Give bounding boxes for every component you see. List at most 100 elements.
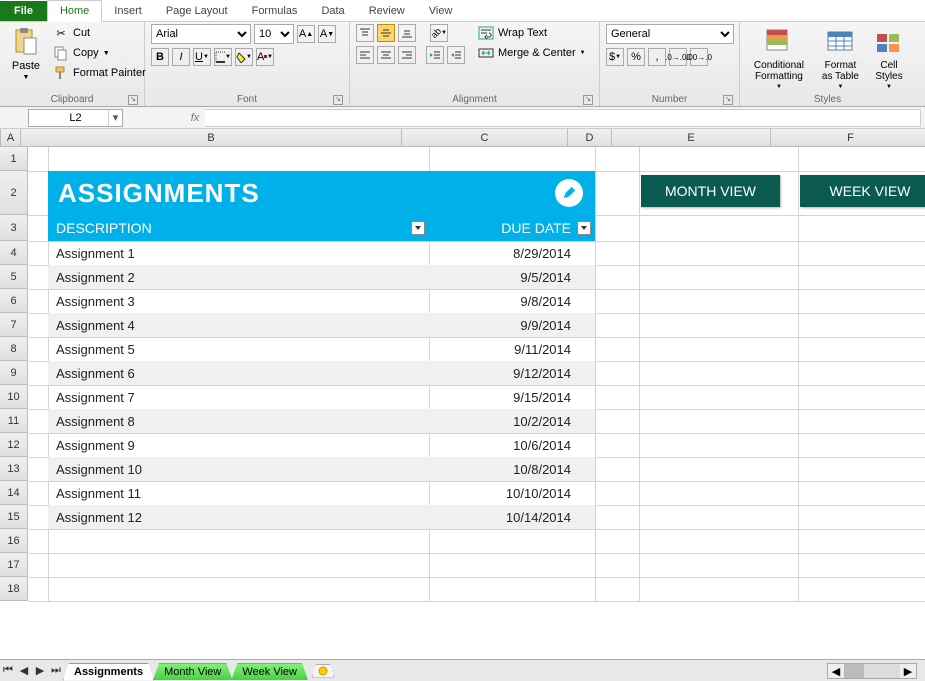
tab-formulas[interactable]: Formulas	[240, 1, 310, 21]
row-header-2[interactable]: 2	[0, 171, 28, 215]
tab-nav-last[interactable]: ⏭	[48, 663, 64, 679]
row-header-17[interactable]: 17	[0, 553, 28, 577]
column-header-C[interactable]: C	[402, 129, 568, 146]
row-header-8[interactable]: 8	[0, 337, 28, 361]
tab-review[interactable]: Review	[357, 1, 417, 21]
italic-button[interactable]: I	[172, 48, 190, 66]
align-right-button[interactable]	[398, 46, 416, 64]
border-button[interactable]: ▼	[214, 48, 232, 66]
format-as-table-button[interactable]: Format as Table▼	[816, 24, 865, 92]
align-left-button[interactable]	[356, 46, 374, 64]
accounting-format-button[interactable]: $▼	[606, 48, 624, 66]
row-header-9[interactable]: 9	[0, 361, 28, 385]
increase-indent-button[interactable]	[447, 46, 465, 64]
decrease-indent-button[interactable]	[426, 46, 444, 64]
name-box-dropdown[interactable]: ▾	[108, 110, 122, 126]
fill-color-button[interactable]: ▼	[235, 48, 253, 66]
row-header-11[interactable]: 11	[0, 409, 28, 433]
table-row[interactable]: Assignment 1110/10/2014	[48, 481, 595, 505]
column-header-D[interactable]: D	[568, 129, 612, 146]
increase-font-button[interactable]: A▲	[297, 25, 315, 43]
new-sheet-button[interactable]	[312, 664, 334, 678]
column-header-B[interactable]: B	[21, 129, 402, 146]
row-header-12[interactable]: 12	[0, 433, 28, 457]
name-box[interactable]: L2 ▾	[28, 109, 123, 127]
column-header-E[interactable]: E	[612, 129, 771, 146]
table-row[interactable]: Assignment 29/5/2014	[48, 265, 595, 289]
tab-nav-next[interactable]: ▶	[32, 663, 48, 679]
conditional-formatting-button[interactable]: Conditional Formatting▼	[746, 24, 812, 92]
row-header-14[interactable]: 14	[0, 481, 28, 505]
font-name-select[interactable]: Arial	[151, 24, 251, 44]
format-painter-button[interactable]: Format Painter	[50, 64, 149, 82]
row-header-16[interactable]: 16	[0, 529, 28, 553]
row-header-7[interactable]: 7	[0, 313, 28, 337]
row-header-10[interactable]: 10	[0, 385, 28, 409]
row-header-4[interactable]: 4	[0, 241, 28, 265]
table-row[interactable]: Assignment 1210/14/2014	[48, 505, 595, 529]
alignment-launcher[interactable]: ↘	[583, 95, 593, 105]
tab-data[interactable]: Data	[309, 1, 356, 21]
worksheet-grid[interactable]: ABCDEF 123456789101112131415161718 ASSIG…	[0, 129, 925, 659]
sheet-tab-week-view[interactable]: Week View	[231, 663, 308, 680]
number-launcher[interactable]: ↘	[723, 95, 733, 105]
font-color-button[interactable]: A▼	[256, 48, 274, 66]
align-center-button[interactable]	[377, 46, 395, 64]
copy-button[interactable]: Copy ▼	[50, 44, 149, 62]
scroll-thumb[interactable]	[844, 664, 864, 678]
week-view-button[interactable]: WEEK VIEW	[800, 175, 925, 207]
cut-button[interactable]: ✂ Cut	[50, 24, 149, 42]
percent-format-button[interactable]: %	[627, 48, 645, 66]
underline-button[interactable]: U▼	[193, 48, 211, 66]
align-bottom-button[interactable]	[398, 24, 416, 42]
row-header-5[interactable]: 5	[0, 265, 28, 289]
edit-icon[interactable]	[555, 179, 583, 207]
table-row[interactable]: Assignment 49/9/2014	[48, 313, 595, 337]
tab-home[interactable]: Home	[47, 0, 102, 22]
tab-view[interactable]: View	[417, 1, 465, 21]
tab-page-layout[interactable]: Page Layout	[154, 1, 240, 21]
increase-decimal-button[interactable]: .0→.00	[669, 48, 687, 66]
table-row[interactable]: Assignment 910/6/2014	[48, 433, 595, 457]
row-header-15[interactable]: 15	[0, 505, 28, 529]
bold-button[interactable]: B	[151, 48, 169, 66]
table-row[interactable]: Assignment 59/11/2014	[48, 337, 595, 361]
clipboard-launcher[interactable]: ↘	[128, 95, 138, 105]
row-header-6[interactable]: 6	[0, 289, 28, 313]
month-view-button[interactable]: MONTH VIEW	[641, 175, 780, 207]
decrease-decimal-button[interactable]: .00→.0	[690, 48, 708, 66]
scroll-right-button[interactable]: ▶	[900, 664, 916, 678]
fx-icon[interactable]: fx	[185, 112, 205, 124]
font-size-select[interactable]: 10	[254, 24, 294, 44]
table-row[interactable]: Assignment 69/12/2014	[48, 361, 595, 385]
cell-styles-button[interactable]: Cell Styles▼	[869, 24, 909, 92]
table-row[interactable]: Assignment 810/2/2014	[48, 409, 595, 433]
paste-button[interactable]: Paste ▼	[6, 24, 46, 83]
comma-format-button[interactable]: ,	[648, 48, 666, 66]
tab-file[interactable]: File	[0, 1, 47, 21]
filter-due-date-button[interactable]	[577, 221, 591, 235]
horizontal-scrollbar[interactable]: ◀ ▶	[827, 663, 917, 679]
table-row[interactable]: Assignment 1010/8/2014	[48, 457, 595, 481]
align-top-button[interactable]	[356, 24, 374, 42]
sheet-tab-month-view[interactable]: Month View	[153, 663, 232, 680]
number-format-select[interactable]: General	[606, 24, 734, 44]
scroll-left-button[interactable]: ◀	[828, 664, 844, 678]
row-header-18[interactable]: 18	[0, 577, 28, 601]
sheet-tab-assignments[interactable]: Assignments	[63, 663, 154, 681]
wrap-text-button[interactable]: Wrap Text	[475, 24, 589, 42]
tab-insert[interactable]: Insert	[102, 1, 154, 21]
decrease-font-button[interactable]: A▼	[318, 25, 336, 43]
align-middle-button[interactable]	[377, 24, 395, 42]
tab-nav-prev[interactable]: ◀	[16, 663, 32, 679]
table-row[interactable]: Assignment 79/15/2014	[48, 385, 595, 409]
table-row[interactable]: Assignment 18/29/2014	[48, 241, 595, 265]
column-header-F[interactable]: F	[771, 129, 925, 146]
row-header-13[interactable]: 13	[0, 457, 28, 481]
row-header-1[interactable]: 1	[0, 147, 28, 171]
merge-center-button[interactable]: Merge & Center ▼	[475, 44, 589, 62]
font-launcher[interactable]: ↘	[333, 95, 343, 105]
orientation-button[interactable]: ab▼	[430, 24, 448, 42]
column-header-A[interactable]: A	[1, 129, 21, 146]
tab-nav-first[interactable]: ⏮	[0, 663, 16, 679]
